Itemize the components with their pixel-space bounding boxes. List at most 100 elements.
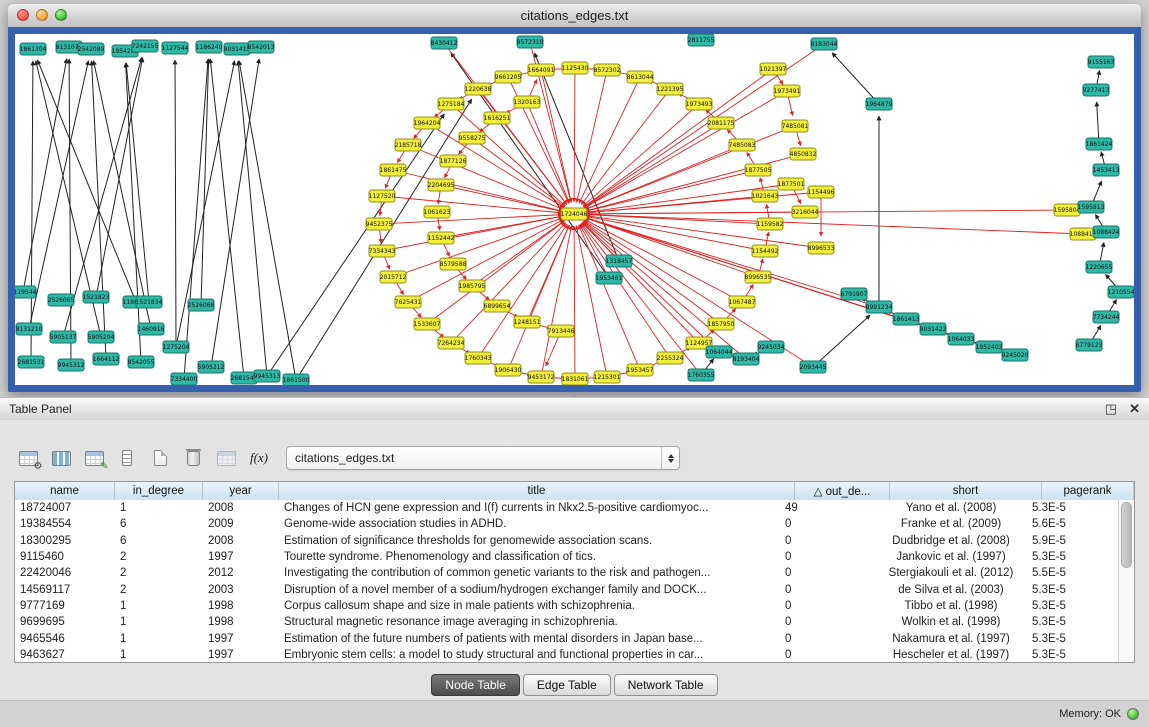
graph-node[interactable]: 1724046 [561,208,588,220]
graph-node[interactable]: 9945313 [254,370,281,382]
show-columns-button[interactable] [47,445,75,471]
minimize-window-button[interactable] [36,9,48,21]
graph-node[interactable]: 7485081 [782,120,809,132]
table-row[interactable]: 977716911998Corpus callosum shape and si… [15,598,1119,614]
graph-node[interactable]: 8996533 [808,242,835,254]
table-row[interactable]: 911546021997Tourette syndrome. Phenomeno… [15,549,1119,565]
close-window-button[interactable] [17,9,29,21]
table-scrollbar-thumb[interactable] [1121,502,1132,568]
graph-node[interactable]: 1275184 [438,98,465,110]
graph-node[interactable]: 1021643 [752,190,779,202]
graph-node[interactable]: 5905204 [88,331,115,343]
graph-node[interactable]: 8542055 [128,356,155,368]
table-row[interactable]: 1938455462009Genome-wide association stu… [15,516,1119,532]
graph-node[interactable]: 2015712 [380,271,407,283]
graph-node[interactable]: 8183044 [811,38,838,50]
graph-node[interactable]: 7913446 [548,325,575,337]
graph-node[interactable]: 1964879 [866,98,893,110]
window-titlebar[interactable]: citations_edges.txt [8,4,1141,28]
graph-node[interactable]: 1220655 [1086,261,1113,273]
graph-node[interactable]: 1861413 [893,313,920,325]
graph-node[interactable]: 1125430 [562,62,589,74]
table-row[interactable]: 1830029562008Estimation of significance … [15,533,1119,549]
graph-node[interactable]: 1154496 [808,186,835,198]
source-table-dropdown[interactable]: citations_edges.txt [286,446,680,470]
graph-node[interactable]: 2526065 [48,294,75,306]
graph-node[interactable]: 1831061 [562,373,589,385]
graph-node[interactable]: 1021397 [760,63,787,75]
graph-node[interactable]: 2081175 [708,117,735,129]
graph-node[interactable]: 8996535 [745,271,772,283]
graph-node[interactable]: 7334343 [369,245,396,257]
graph-node[interactable]: 8131210 [16,323,43,335]
graph-node[interactable]: 1861500 [283,374,310,385]
graph-node[interactable]: 9155163 [1088,56,1115,68]
graph-node[interactable]: 7625431 [395,296,422,308]
graph-node[interactable]: 6791907 [841,288,868,300]
graph-node[interactable]: 6899654 [484,300,511,312]
tab-edge-table[interactable]: Edge Table [523,674,611,696]
function-builder-button[interactable]: f(x) [245,445,273,471]
graph-node[interactable]: 7264234 [438,337,465,349]
graph-node[interactable]: 9661205 [495,71,522,83]
graph-node[interactable]: 1964204 [414,117,441,129]
graph-node[interactable]: 1664112 [93,353,120,365]
graph-node[interactable]: 1595804 [1054,204,1081,216]
graph-node[interactable]: 1877501 [778,178,805,190]
tab-node-table[interactable]: Node Table [431,674,520,696]
table-row[interactable]: 2242004622012Investigating the contribut… [15,565,1119,581]
edit-table-button[interactable] [80,445,108,471]
graph-node[interactable]: 9452375 [366,218,393,230]
column-header-name[interactable]: name [15,482,115,500]
tab-network-table[interactable]: Network Table [614,674,718,696]
graph-node[interactable]: 5905137 [50,331,77,343]
graph-node[interactable]: 1664091 [528,64,555,76]
graph-node[interactable]: 1064033 [948,333,975,345]
graph-node[interactable]: 2093445 [800,361,827,373]
graph-node[interactable]: 1616251 [484,112,511,124]
graph-node[interactable]: 1215301 [594,371,621,383]
table-scrollbar[interactable] [1118,500,1134,662]
graph-node[interactable]: 2526066 [188,299,215,311]
graph-node[interactable]: 7242155 [132,40,159,52]
graph-node[interactable]: 6779123 [1076,339,1103,351]
column-header-year[interactable]: year [203,482,279,500]
graph-node[interactable]: 2681531 [18,356,45,368]
graph-node[interactable]: 1127520 [369,190,396,202]
graph-node[interactable]: 1760343 [465,352,492,364]
graph-node[interactable]: 1210554 [1108,286,1134,298]
graph-node[interactable]: 1953457 [627,364,654,376]
graph-node[interactable]: 2542089 [78,43,105,55]
graph-node[interactable]: 8430412 [431,37,458,49]
graph-node[interactable]: 9453172 [528,371,555,383]
graph-node[interactable]: 1952403 [976,341,1003,353]
graph-node[interactable]: 1119544 [15,286,37,298]
graph-node[interactable]: 9031415 [224,43,251,55]
graph-node[interactable]: 1973491 [774,85,801,97]
graph-node[interactable]: 7334400 [171,373,198,385]
table-row[interactable]: 946362711997Embryonic stem cells: a mode… [15,647,1119,662]
graph-node[interactable]: 8193404 [733,353,760,365]
graph-node[interactable]: 1760355 [688,369,715,381]
graph-node[interactable]: 1985795 [459,280,486,292]
table-mode-button[interactable] [14,445,42,471]
row-height-button[interactable] [113,445,141,471]
graph-node[interactable]: 9277413 [1083,84,1110,96]
graph-node[interactable]: 1857950 [708,318,735,330]
column-header-in_degree[interactable]: in_degree [115,482,203,500]
graph-node[interactable]: 1861424 [1086,138,1113,150]
graph-node[interactable]: 1127544 [162,42,189,54]
table-row[interactable]: 969969511998Structural magnetic resonanc… [15,614,1119,630]
graph-node[interactable]: 1154492 [752,245,779,257]
graph-node[interactable]: 1186240 [196,41,223,53]
graph-node[interactable]: 1064044 [706,346,733,358]
float-panel-icon[interactable]: ◳ [1105,402,1117,416]
graph-node[interactable]: 1220638 [465,83,492,95]
graph-node[interactable]: 9558275 [459,132,486,144]
graph-node[interactable]: 8991234 [866,301,893,313]
graph-node[interactable]: 5905212 [198,361,225,373]
graph-node[interactable]: 1861304 [20,43,47,55]
graph-node[interactable]: 9031422 [920,323,947,335]
graph-node[interactable]: 2255324 [657,352,684,364]
table-row[interactable]: 1456911722003Disruption of a novel membe… [15,581,1119,597]
